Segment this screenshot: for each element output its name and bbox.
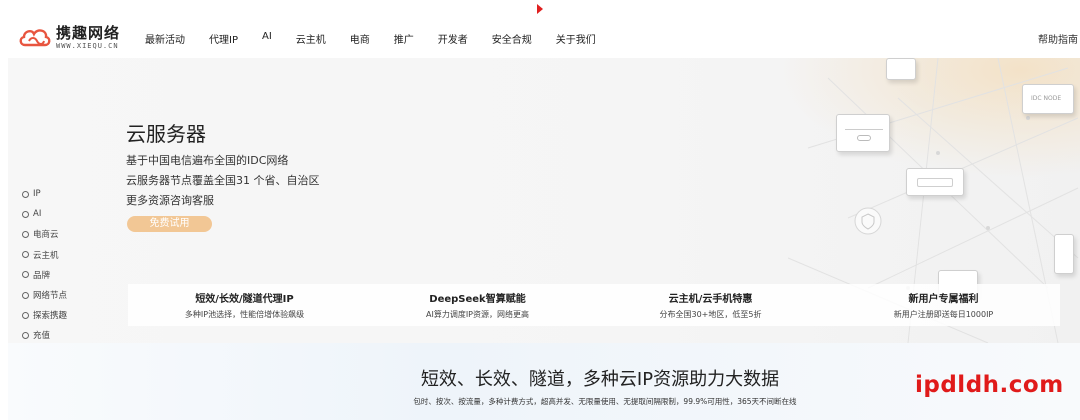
hero-desc-line: 云服务器节点覆盖全国31 个省、自治区 (126, 174, 320, 187)
nav-item-ai[interactable]: AI (262, 31, 272, 46)
feature-card-deepseek[interactable]: DeepSeek智算赋能 AI算力调度IP资源，网络更高 (361, 284, 594, 326)
side-menu-item[interactable]: AI (22, 204, 67, 224)
side-menu-label: 电商云 (33, 230, 59, 241)
side-menu-label: AI (33, 209, 42, 220)
help-guide-link[interactable]: 帮助指南 (1038, 31, 1078, 46)
feature-desc: 新用户注册即送每日1000IP (893, 310, 994, 319)
server-box-icon (836, 114, 890, 152)
side-menu-item[interactable]: 网络节点 (22, 285, 67, 305)
side-menu-item[interactable]: 品牌 (22, 265, 67, 285)
logo-name: 携趣网络 (56, 24, 121, 42)
nav-item-proxy-ip[interactable]: 代理IP (209, 31, 238, 46)
logo[interactable]: 携趣网络 WWW.XIEQU.CN (18, 25, 120, 51)
feature-card-proxy-ip[interactable]: 短效/长效/隧道代理IP 多种IP池选择，性能倍增体验飙级 (128, 284, 361, 326)
logo-domain: WWW.XIEQU.CN (56, 42, 119, 50)
top-navigation: 携趣网络 WWW.XIEQU.CN 最新活动 代理IP AI 云主机 电商 推广… (0, 20, 1080, 58)
shield-icon (854, 207, 882, 235)
side-menu-item[interactable]: 探索携趣 (22, 305, 67, 325)
hero-desc-line: 基于中国电信遍布全国的IDC网络 (126, 154, 289, 167)
hero-title: 云服务器 (126, 122, 206, 146)
main-nav: 最新活动 代理IP AI 云主机 电商 推广 开发者 安全合规 关于我们 (145, 31, 620, 46)
radio-icon (22, 230, 29, 238)
radio-icon (22, 271, 29, 279)
free-trial-button[interactable]: 免费试用 (127, 216, 212, 232)
side-menu-item[interactable]: 云主机 (22, 245, 67, 265)
feature-title: 新用户专属福利 (908, 294, 979, 305)
feature-card-new-user[interactable]: 新用户专属福利 新用户注册即送每日1000IP (827, 284, 1060, 326)
feature-card-cloud-host[interactable]: 云主机/云手机特惠 分布全国30+地区，低至5折 (594, 284, 827, 326)
watermark: ipdldh.com (915, 372, 1064, 398)
nav-item-latest-activity[interactable]: 最新活动 (145, 31, 185, 46)
server-box-icon (906, 168, 964, 196)
feature-desc: 多种IP池选择，性能倍增体验飙级 (184, 310, 305, 319)
side-menu-label: 充值 (33, 331, 51, 342)
feature-title: DeepSeek智算赋能 (429, 294, 526, 305)
nav-item-about[interactable]: 关于我们 (556, 31, 596, 46)
nav-item-compliance[interactable]: 安全合规 (492, 31, 532, 46)
feature-strip: 短效/长效/隧道代理IP 多种IP池选择，性能倍增体验飙级 DeepSeek智算… (128, 284, 1060, 326)
page: 携趣网络 WWW.XIEQU.CN 最新活动 代理IP AI 云主机 电商 推广… (0, 0, 1080, 420)
server-box-icon (1054, 234, 1074, 274)
side-menu-label: 网络节点 (33, 291, 68, 302)
server-box-icon: IDC NODE (1022, 84, 1074, 114)
hero-desc-line: 更多资源咨询客服 (126, 194, 214, 207)
radio-icon (22, 291, 29, 299)
nav-item-cloud-host[interactable]: 云主机 (296, 31, 326, 46)
nav-item-developer[interactable]: 开发者 (438, 31, 468, 46)
server-box-icon (886, 58, 916, 80)
radio-icon (22, 190, 29, 198)
idc-node-label: IDC NODE (1031, 95, 1062, 102)
side-menu-label: IP (33, 189, 41, 200)
feature-title: 云主机/云手机特惠 (668, 294, 753, 305)
feature-desc: 分布全国30+地区，低至5折 (659, 310, 762, 319)
nav-item-ecommerce[interactable]: 电商 (350, 31, 370, 46)
feature-title: 短效/长效/隧道代理IP (195, 294, 294, 305)
logo-cloud-icon (19, 29, 51, 47)
side-menu-label: 探索携趣 (33, 311, 68, 322)
side-menu-item[interactable]: IP (22, 184, 67, 204)
side-menu-label: 品牌 (33, 270, 51, 281)
feature-desc: AI算力调度IP资源，网络更高 (425, 310, 529, 319)
nav-item-promotion[interactable]: 推广 (394, 31, 414, 46)
radio-icon (22, 251, 29, 259)
side-menu-item[interactable]: 电商云 (22, 224, 67, 244)
radio-icon (22, 311, 29, 319)
top-caret-icon[interactable] (537, 4, 543, 14)
radio-icon (22, 331, 29, 339)
side-menu-label: 云主机 (33, 250, 59, 261)
radio-icon (22, 210, 29, 218)
